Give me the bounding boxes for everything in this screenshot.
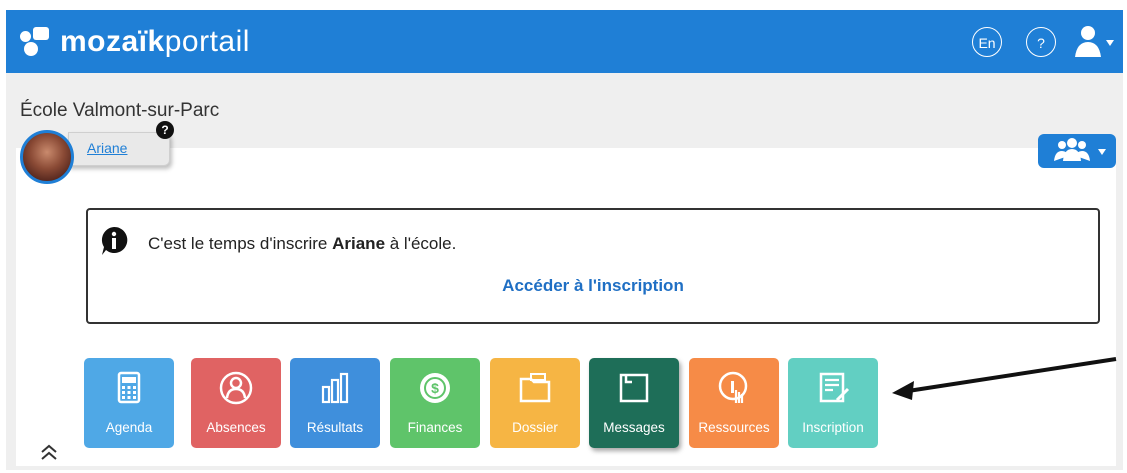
person-icon bbox=[219, 371, 253, 405]
chevron-down-icon bbox=[1106, 40, 1114, 46]
svg-text:$: $ bbox=[431, 380, 439, 396]
registration-form-icon bbox=[819, 372, 850, 403]
mozaik-portail-logo[interactable]: mozaïkportail bbox=[20, 22, 250, 62]
access-registration-link[interactable]: Accéder à l'inscription bbox=[88, 276, 1098, 296]
language-button[interactable]: En bbox=[972, 27, 1002, 57]
notice-student-name: Ariane bbox=[332, 234, 386, 253]
tile-agenda[interactable]: Agenda bbox=[84, 358, 174, 448]
info-icon bbox=[101, 226, 128, 255]
student-help-icon[interactable]: ? bbox=[156, 121, 174, 139]
student-avatar[interactable] bbox=[20, 130, 74, 184]
logo-text-bold: mozaïk bbox=[60, 25, 165, 58]
student-name-link[interactable]: Ariane bbox=[87, 140, 127, 156]
user-menu-button[interactable] bbox=[1074, 24, 1116, 58]
message-icon bbox=[619, 373, 649, 403]
collapse-chevron-icon[interactable] bbox=[38, 440, 60, 464]
tile-absences[interactable]: Absences bbox=[191, 358, 281, 448]
group-icon bbox=[1054, 138, 1106, 161]
tile-finances[interactable]: $ Finances bbox=[390, 358, 480, 448]
tile-ressources[interactable]: Ressources bbox=[689, 358, 779, 448]
chevron-down-icon bbox=[1098, 149, 1106, 155]
tile-label: Finances bbox=[407, 420, 463, 435]
tile-dossier[interactable]: Dossier bbox=[490, 358, 580, 448]
notice-text-before: C'est le temps d'inscrire bbox=[148, 234, 333, 253]
tile-label: Résultats bbox=[306, 420, 364, 435]
resource-hand-icon bbox=[718, 371, 748, 403]
help-button[interactable]: ? bbox=[1026, 27, 1056, 57]
tile-label: Absences bbox=[206, 420, 266, 435]
bar-chart-icon bbox=[321, 372, 349, 404]
notice-message: C'est le temps d'inscrire Ariane à l'éco… bbox=[148, 234, 456, 254]
tile-messages[interactable]: Messages bbox=[589, 358, 679, 448]
notice-text-after: à l'école. bbox=[385, 234, 457, 253]
tile-label: Agenda bbox=[105, 420, 153, 435]
tile-label: Inscription bbox=[802, 420, 864, 435]
pointer-arrow-icon bbox=[892, 357, 1117, 400]
calendar-icon bbox=[117, 371, 141, 404]
user-icon bbox=[1075, 26, 1114, 57]
logo-mark-icon bbox=[20, 27, 50, 57]
tile-resultats[interactable]: Résultats bbox=[290, 358, 380, 448]
dollar-coin-icon: $ bbox=[420, 373, 450, 403]
logo-text-light: portail bbox=[164, 25, 250, 58]
portal-frame: mozaïkportail En ? École Valmont-sur-Par… bbox=[6, 10, 1123, 470]
folder-icon bbox=[519, 373, 551, 403]
children-switcher-button[interactable] bbox=[1038, 134, 1116, 168]
school-name: École Valmont-sur-Parc bbox=[20, 100, 220, 121]
tile-inscription[interactable]: Inscription bbox=[788, 358, 878, 448]
student-selector-tab[interactable]: Ariane bbox=[68, 132, 170, 166]
tile-label: Ressources bbox=[698, 420, 770, 435]
top-navigation-bar: mozaïkportail En ? bbox=[6, 10, 1123, 73]
tile-label: Dossier bbox=[512, 420, 558, 435]
registration-notice: C'est le temps d'inscrire Ariane à l'éco… bbox=[86, 208, 1100, 324]
tile-label: Messages bbox=[603, 420, 665, 435]
